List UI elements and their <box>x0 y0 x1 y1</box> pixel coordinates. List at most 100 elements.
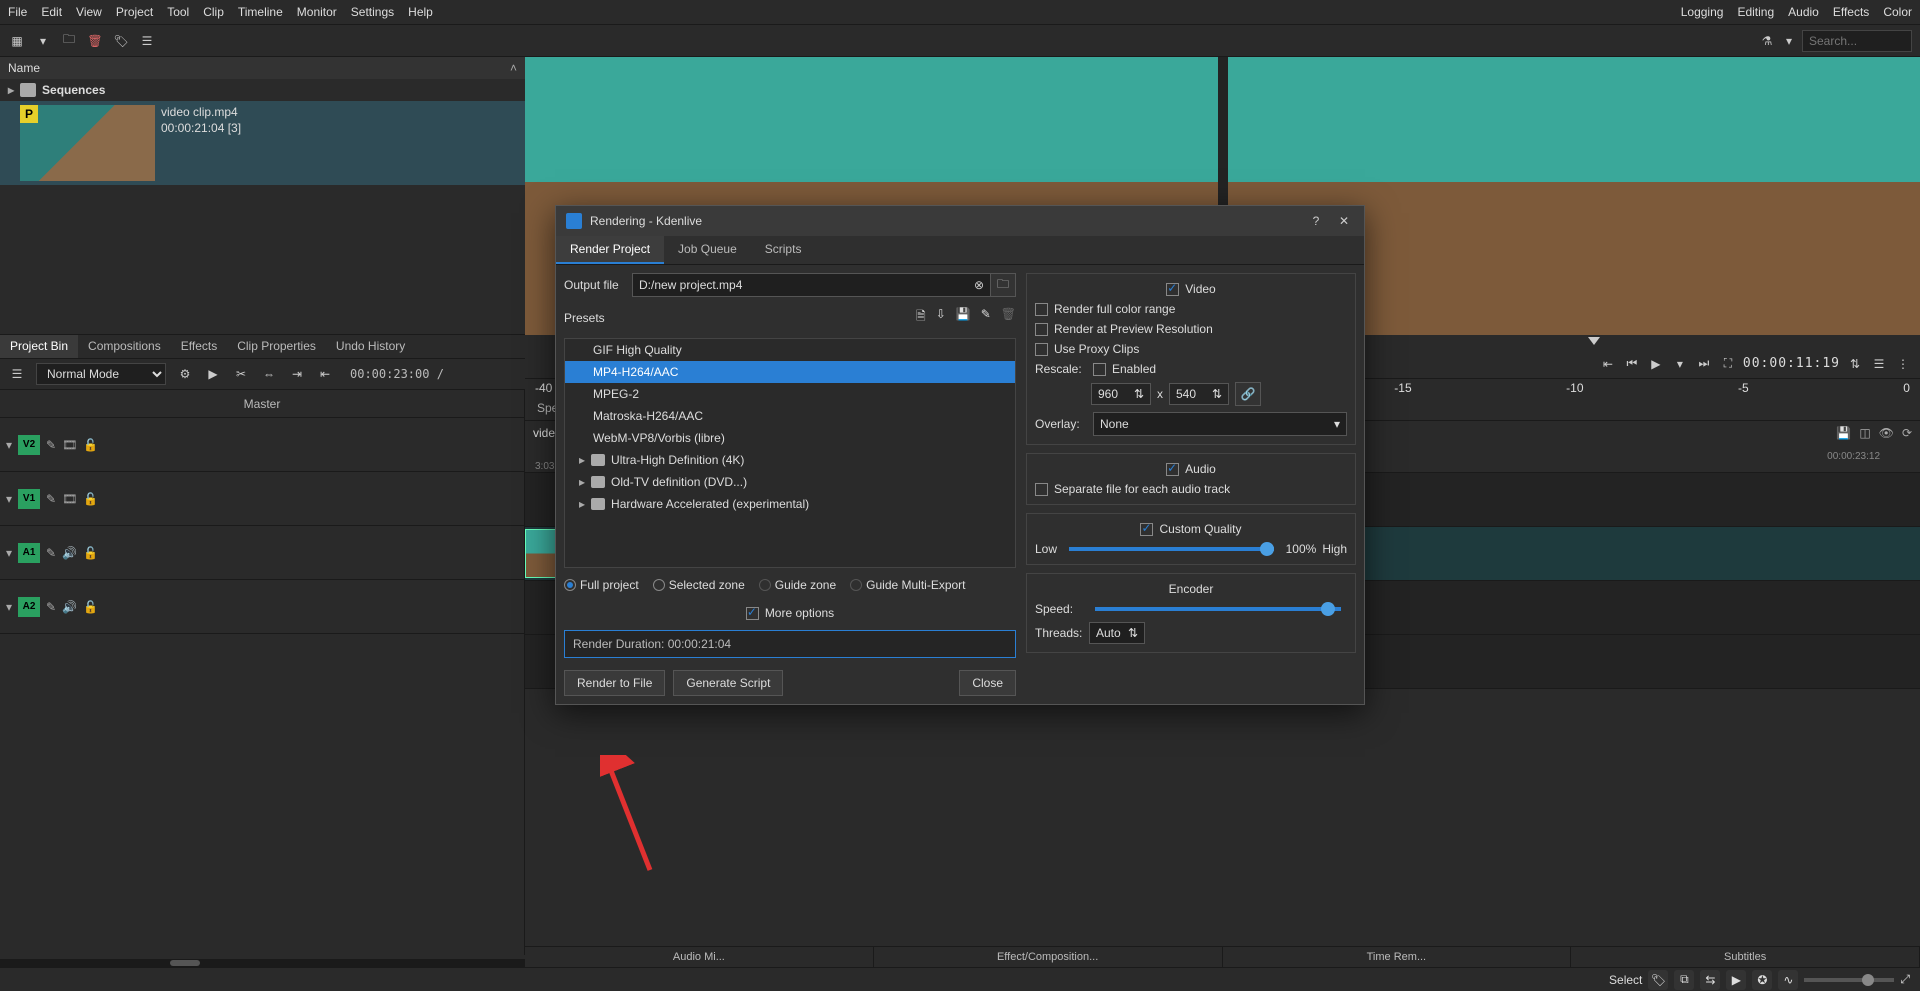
tab-scripts[interactable]: Scripts <box>751 236 816 264</box>
spacer-icon[interactable]: ⇔ <box>260 365 278 383</box>
list-icon[interactable]: ☰ <box>138 32 156 50</box>
audio-icon[interactable]: ∿ <box>1778 970 1798 990</box>
expand-icon[interactable]: ▸ <box>579 453 585 467</box>
full-color-row[interactable]: Render full color range <box>1035 302 1347 316</box>
video-checkbox[interactable] <box>1166 283 1179 296</box>
radio-full-project[interactable]: Full project <box>564 578 639 592</box>
menu-edit[interactable]: Edit <box>41 5 62 19</box>
edit-icon[interactable]: ✎ <box>46 600 56 614</box>
eye-icon[interactable]: 👁 <box>1879 426 1894 440</box>
preset-webm[interactable]: WebM-VP8/Vorbis (libre) <box>565 427 1015 449</box>
dialog-titlebar[interactable]: Rendering - Kdenlive ? ✕ <box>556 206 1364 236</box>
lock-icon[interactable]: 🔓 <box>83 438 98 452</box>
timeline-mode-select[interactable]: Normal Mode <box>36 363 166 385</box>
chevron-down-icon[interactable]: ▾ <box>1671 355 1689 373</box>
chevron-down-icon[interactable]: ▾ <box>6 546 12 560</box>
tab-undo-history[interactable]: Undo History <box>326 335 415 358</box>
split-icon[interactable]: ◫ <box>1859 426 1870 440</box>
rescale-enabled-checkbox[interactable] <box>1093 363 1106 376</box>
insert-icon[interactable]: ⇥ <box>288 365 306 383</box>
new-preset-icon[interactable]: 🗎 <box>916 307 926 328</box>
film-icon[interactable]: 🎞 <box>62 492 77 506</box>
close-button[interactable]: Close <box>959 670 1016 696</box>
speed-slider[interactable] <box>1095 607 1341 611</box>
generate-script-button[interactable]: Generate Script <box>673 670 783 696</box>
hamburger-icon[interactable]: ☰ <box>8 365 26 383</box>
bin-sequences-row[interactable]: ▸ Sequences <box>0 79 525 101</box>
help-icon[interactable]: ? <box>1306 211 1326 231</box>
expand-icon[interactable]: ▸ <box>579 497 585 511</box>
menu-settings[interactable]: Settings <box>351 5 394 19</box>
workspace-editing[interactable]: Editing <box>1737 5 1774 19</box>
cut-icon[interactable]: ✂ <box>232 365 250 383</box>
track-head-v1[interactable]: ▾ V1 ✎ 🎞 🔓 <box>0 472 524 526</box>
menu-tool[interactable]: Tool <box>167 5 189 19</box>
threads-field[interactable]: Auto⇅ <box>1089 622 1145 644</box>
more-options-row[interactable]: More options <box>564 602 1016 624</box>
quality-slider[interactable] <box>1069 547 1274 551</box>
tab-subtitles[interactable]: Subtitles <box>1571 947 1920 967</box>
download-preset-icon[interactable]: ⇩ <box>936 307 946 328</box>
separate-audio-checkbox[interactable] <box>1035 483 1048 496</box>
film-icon[interactable]: 🎞 <box>62 438 77 452</box>
menu-project[interactable]: Project <box>116 5 153 19</box>
preview-res-checkbox[interactable] <box>1035 323 1048 336</box>
track-head-a2[interactable]: ▾ A2 ✎ 🔊 🔓 <box>0 580 524 634</box>
forward-icon[interactable]: ⏭ <box>1695 355 1713 373</box>
menu-monitor[interactable]: Monitor <box>297 5 337 19</box>
delete-preset-icon[interactable]: 🗑 <box>1001 307 1016 328</box>
timeline-scrollbar[interactable] <box>0 959 525 967</box>
tab-job-queue[interactable]: Job Queue <box>664 236 751 264</box>
overlay-select[interactable]: None ▾ <box>1093 412 1347 436</box>
search-input[interactable] <box>1802 30 1912 52</box>
tab-effect-composition[interactable]: Effect/Composition... <box>874 947 1223 967</box>
preset-matroska[interactable]: Matroska-H264/AAC <box>565 405 1015 427</box>
chevron-down-icon[interactable]: ▾ <box>34 32 52 50</box>
video-section-title[interactable]: Video <box>1035 282 1347 296</box>
refresh-icon[interactable]: ⟳ <box>1902 426 1912 440</box>
preview-res-row[interactable]: Render at Preview Resolution <box>1035 322 1347 336</box>
tab-compositions[interactable]: Compositions <box>78 335 171 358</box>
preset-gif[interactable]: GIF High Quality <box>565 339 1015 361</box>
proxy-clips-checkbox[interactable] <box>1035 343 1048 356</box>
snap-icon[interactable]: ⧉ <box>1674 970 1694 990</box>
rewind-icon[interactable]: ⏮ <box>1623 355 1641 373</box>
lock-icon[interactable]: 🔓 <box>83 492 98 506</box>
overwrite-icon[interactable]: ⇤ <box>316 365 334 383</box>
preset-mp4-h264[interactable]: MP4-H264/AAC <box>565 361 1015 383</box>
tool-icon[interactable]: ⚙ <box>176 365 194 383</box>
add-clip-icon[interactable]: ▦ <box>8 32 26 50</box>
workspace-color[interactable]: Color <box>1883 5 1912 19</box>
delete-icon[interactable]: 🗑 <box>86 32 104 50</box>
tag-icon[interactable]: 🏷 <box>112 32 130 50</box>
list-icon[interactable]: ☰ <box>1870 355 1888 373</box>
output-file-input[interactable] <box>632 273 994 297</box>
filter-icon[interactable]: ⚗ <box>1758 32 1776 50</box>
play-icon[interactable]: ▶ <box>1647 355 1665 373</box>
track-head-v2[interactable]: ▾ V2 ✎ 🎞 🔓 <box>0 418 524 472</box>
workspace-logging[interactable]: Logging <box>1681 5 1724 19</box>
close-icon[interactable]: ✕ <box>1334 211 1354 231</box>
chevron-down-icon[interactable]: ▾ <box>1780 32 1798 50</box>
bin-name-header[interactable]: Name ˄ <box>0 57 525 79</box>
custom-quality-checkbox[interactable] <box>1140 523 1153 536</box>
fit-icon[interactable]: ⤢ <box>1900 972 1910 987</box>
save-preset-icon[interactable]: 💾 <box>956 307 971 328</box>
speaker-icon[interactable]: 🔊 <box>62 600 77 614</box>
zoom-slider[interactable] <box>1804 978 1894 982</box>
lock-icon[interactable]: 🔓 <box>83 546 98 560</box>
render-to-file-button[interactable]: Render to File <box>564 670 665 696</box>
tab-clip-properties[interactable]: Clip Properties <box>227 335 326 358</box>
speaker-icon[interactable]: 🔊 <box>62 546 77 560</box>
preset-list[interactable]: GIF High Quality MP4-H264/AAC MPEG-2 Mat… <box>564 338 1016 568</box>
folder-icon[interactable]: 🗀 <box>60 32 78 50</box>
full-color-checkbox[interactable] <box>1035 303 1048 316</box>
zone-in-icon[interactable]: ⇤ <box>1599 355 1617 373</box>
expand-icon[interactable]: ▸ <box>8 83 14 97</box>
marker-icon[interactable]: ✪ <box>1752 970 1772 990</box>
save-icon[interactable]: 💾 <box>1836 426 1851 440</box>
audio-section-title[interactable]: Audio <box>1035 462 1347 476</box>
preset-folder-dvd[interactable]: ▸ Old-TV definition (DVD...) <box>565 471 1015 493</box>
menu-timeline[interactable]: Timeline <box>238 5 283 19</box>
expand-icon[interactable]: ▸ <box>579 475 585 489</box>
